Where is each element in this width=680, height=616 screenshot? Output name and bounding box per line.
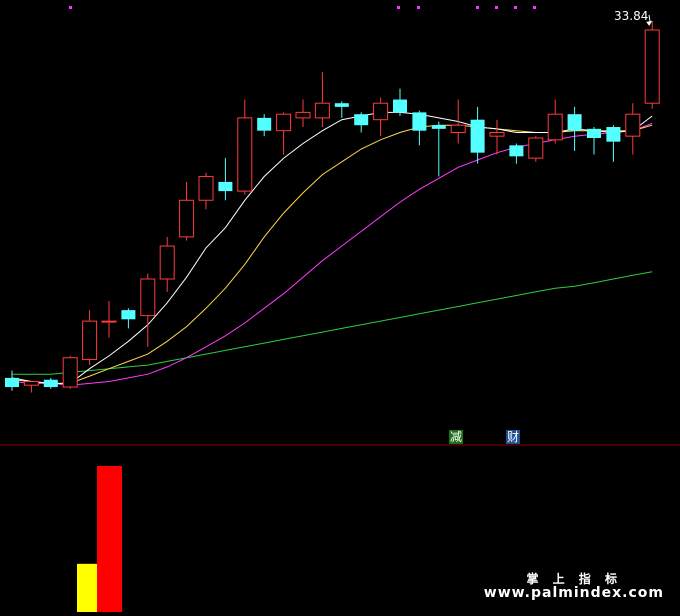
candle-body-13 (257, 117, 272, 131)
candle-28 (547, 99, 563, 144)
candle-body-29 (567, 114, 582, 131)
candle-body-18 (354, 114, 369, 126)
candle-5 (101, 300, 117, 338)
ma10-line (11, 124, 653, 384)
candle-14 (276, 112, 292, 155)
candle-body-2 (43, 379, 58, 388)
candle-10 (198, 172, 214, 210)
last-price-label: 33.84 (614, 9, 648, 23)
candle-9 (179, 181, 195, 241)
candle-17 (334, 101, 349, 118)
candle-30 (587, 127, 601, 155)
candle-body-23 (450, 124, 466, 134)
candle-body-21 (412, 112, 427, 131)
volume-panel (77, 466, 122, 612)
top-marker-dot-4 (495, 6, 498, 9)
top-marker-dot-1 (397, 6, 400, 9)
volume-bar-0 (77, 563, 97, 612)
candle-12 (237, 99, 253, 195)
candle-body-12 (237, 117, 253, 192)
top-marker-dot-2 (417, 6, 420, 9)
candle-body-26 (509, 145, 524, 157)
candle-11 (218, 158, 233, 201)
top-marker-dot-5 (514, 6, 517, 9)
candle-body-10 (198, 175, 214, 201)
candle-25 (489, 119, 505, 155)
candle-7 (140, 273, 156, 347)
candle-body-27 (528, 137, 544, 159)
candle-series (5, 20, 660, 393)
candle-23 (450, 99, 466, 144)
candle-29 (567, 106, 582, 151)
candle-body-4 (82, 320, 98, 361)
candle-27 (528, 136, 544, 162)
candle-3 (62, 355, 78, 389)
candle-body-9 (179, 199, 195, 238)
candle-26 (509, 143, 524, 164)
ma20-line (11, 122, 653, 386)
candle-16 (314, 72, 330, 128)
candle-body-8 (159, 245, 175, 280)
candle-body-30 (587, 128, 601, 139)
signal-tag-jian: 减 (449, 430, 464, 444)
top-marker-dot-6 (533, 6, 536, 9)
candle-body-0 (5, 377, 19, 388)
volume-bar-1 (97, 466, 122, 612)
candle-8 (159, 236, 175, 292)
candle-31 (606, 125, 621, 162)
candle-15 (295, 99, 311, 128)
candle-22 (431, 121, 446, 177)
candle-body-28 (547, 113, 563, 141)
top-marker-dot-0 (69, 6, 72, 9)
signal-tag-cai: 财 (506, 430, 521, 444)
moving-average-lines (11, 111, 653, 386)
candle-body-6 (121, 310, 136, 320)
candle-2 (43, 377, 58, 389)
candle-body-14 (276, 113, 292, 132)
candle-body-1 (23, 381, 39, 386)
candle-body-17 (334, 103, 349, 107)
candle-body-24 (470, 119, 485, 153)
candle-body-32 (625, 113, 641, 137)
candle-body-33 (644, 29, 660, 104)
candle-24 (470, 106, 485, 164)
candle-body-5 (101, 320, 117, 323)
candle-21 (412, 110, 427, 146)
candle-body-3 (62, 357, 78, 388)
candle-19 (373, 97, 389, 137)
candle-1 (23, 381, 39, 393)
top-marker-dot-3 (476, 6, 479, 9)
candle-body-19 (373, 102, 389, 121)
candle-body-31 (606, 127, 621, 142)
candle-18 (354, 112, 369, 133)
candle-4 (82, 310, 98, 366)
candle-body-20 (393, 99, 407, 113)
candle-body-7 (140, 278, 156, 317)
candle-33 (644, 20, 660, 109)
ma60-line (12, 271, 653, 375)
last-price-annotation: 33.84 (614, 9, 653, 26)
candle-13 (257, 114, 272, 137)
watermark-url: www.palmindex.com (483, 585, 664, 601)
candlestick-chart: 33.84 (0, 6, 680, 612)
candle-0 (5, 370, 19, 391)
candle-body-15 (295, 111, 311, 119)
candle-body-25 (489, 132, 505, 137)
candle-body-11 (218, 181, 233, 192)
ma5-line (11, 111, 653, 384)
top-marker-dots (69, 6, 536, 9)
candle-6 (121, 308, 136, 329)
candle-20 (393, 88, 407, 117)
candle-32 (625, 103, 641, 155)
candle-body-22 (431, 125, 446, 129)
candle-body-16 (314, 102, 330, 119)
